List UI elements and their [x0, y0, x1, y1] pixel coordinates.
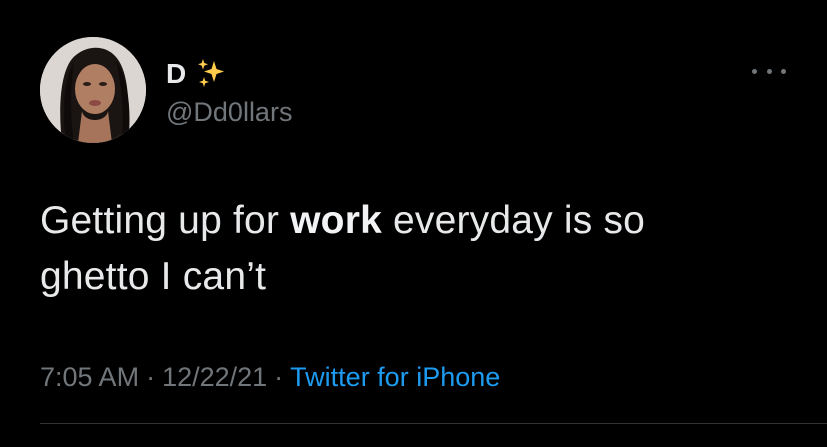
more-dot-icon [781, 68, 786, 74]
tweet-date[interactable]: 12/22/21 [162, 362, 267, 392]
more-dot-icon [766, 68, 772, 74]
author-avatar[interactable] [40, 37, 146, 143]
tweet-text-part2: everyday is so [381, 199, 646, 242]
more-dot-icon [752, 68, 757, 74]
author-handle[interactable]: @Dd0llars [166, 96, 292, 128]
tweet-time[interactable]: 7:05 AM [40, 362, 139, 392]
tweet-card: D @Dd0llars Getting up for work everyday… [0, 0, 827, 447]
meta-separator: · [146, 362, 156, 392]
avatar-photo-icon [40, 37, 146, 143]
tweet-text-bold: work [290, 199, 382, 242]
more-options-icon[interactable] [752, 64, 786, 78]
tweet-source-link[interactable]: Twitter for iPhone [290, 362, 500, 392]
author-display-name[interactable]: D [166, 58, 186, 90]
divider [40, 423, 827, 424]
sparkles-icon [194, 57, 228, 91]
author-name-row[interactable]: D [166, 57, 228, 91]
tweet-text-line2: ghetto I can’t [40, 255, 267, 298]
tweet-text: Getting up for work everyday is so ghett… [40, 193, 800, 305]
tweet-meta: 7:05 AM · 12/22/21 · Twitter for iPhone [40, 360, 500, 394]
meta-separator: · [274, 362, 284, 392]
tweet-text-part1: Getting up for [40, 199, 291, 242]
